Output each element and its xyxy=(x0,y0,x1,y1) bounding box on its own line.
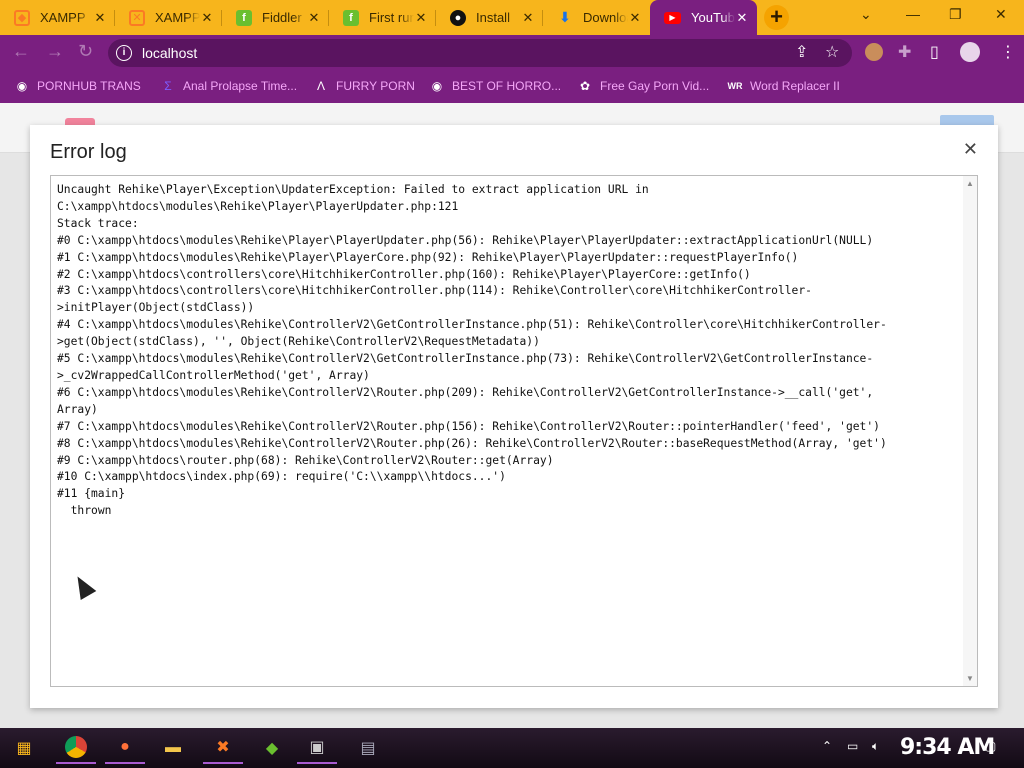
tab-label: First run xyxy=(369,10,414,25)
tab-xampp-1[interactable]: ◆ XAMPP ✕ xyxy=(0,2,115,33)
close-tab-icon[interactable]: ✕ xyxy=(307,10,321,26)
page-content: Error log ✕ Uncaught Rehike\Player\Excep… xyxy=(0,103,1024,728)
reload-icon[interactable]: ↻ xyxy=(78,41,93,62)
tray-chevron-icon[interactable]: ⌃ xyxy=(822,739,832,753)
close-tab-icon[interactable]: ✕ xyxy=(93,10,107,26)
bookmark-label: FURRY PORN xyxy=(336,79,415,93)
site-info-icon[interactable]: i xyxy=(116,45,132,61)
volume-icon[interactable]: 🔈︎ xyxy=(872,739,879,754)
tab-search-icon[interactable]: ⌄ xyxy=(860,6,872,23)
bookmark-item[interactable]: Λ FURRY PORN xyxy=(313,78,415,94)
firefox-taskbar-icon[interactable]: ● xyxy=(105,732,145,764)
bookmark-label: PORNHUB TRANS xyxy=(37,79,141,93)
download-icon: ⬇ xyxy=(559,9,571,25)
close-tab-icon[interactable]: ✕ xyxy=(200,10,214,26)
tab-label: Fiddler xyxy=(262,10,302,25)
close-tab-icon[interactable]: ✕ xyxy=(628,10,642,26)
error-log-dialog: Error log ✕ Uncaught Rehike\Player\Excep… xyxy=(30,125,998,708)
scrollbar[interactable]: ▲ ▼ xyxy=(963,176,977,686)
terminal-taskbar-icon[interactable]: ▣ xyxy=(297,732,337,764)
address-bar[interactable]: i localhost xyxy=(108,39,852,67)
file-explorer-icon[interactable]: ▬ xyxy=(153,732,193,764)
browser-toolbar: ← → ↻ i localhost ⇪ ☆ ✚ ▯ ⋮ xyxy=(0,35,1024,70)
arrow-logo-icon: Λ xyxy=(316,79,325,93)
forward-icon[interactable]: → xyxy=(46,41,64,62)
minimize-icon[interactable]: — xyxy=(906,6,920,22)
share-icon[interactable]: ⇪ xyxy=(795,42,808,62)
bookmark-item[interactable]: ✿ Free Gay Porn Vid... xyxy=(577,78,709,94)
scroll-up-icon[interactable]: ▲ xyxy=(966,179,974,188)
side-panel-icon[interactable]: ▯ xyxy=(930,42,939,62)
tab-install[interactable]: ● Install ✕ xyxy=(436,2,543,33)
bookmark-label: Free Gay Porn Vid... xyxy=(600,79,710,93)
bookmark-item[interactable]: ◉ BEST OF HORRO... xyxy=(429,78,561,94)
bookmark-item[interactable]: Σ Anal Prolapse Time... xyxy=(160,78,297,94)
bookmark-item[interactable]: ◉ PORNHUB TRANS xyxy=(14,78,141,94)
network-icon[interactable]: ▭ xyxy=(847,739,858,753)
fiddler-taskbar-icon[interactable]: ◆ xyxy=(252,732,292,764)
scroll-down-icon[interactable]: ▼ xyxy=(966,674,974,683)
tab-downloads[interactable]: ⬇ Downloads ✕ xyxy=(543,2,650,33)
start-button[interactable]: ▦ xyxy=(4,732,44,764)
fiddler-icon: f xyxy=(343,9,359,26)
tab-xampp-2[interactable]: ✕ XAMPP ✕ xyxy=(115,2,222,33)
dialog-title: Error log xyxy=(50,141,127,163)
bookmark-icon: Σ xyxy=(164,79,172,93)
window-close-icon[interactable]: ✕ xyxy=(995,6,1007,23)
error-log-textarea[interactable]: Uncaught Rehike\Player\Exception\Updater… xyxy=(50,175,978,687)
tab-first-run[interactable]: f First run ✕ xyxy=(329,2,436,33)
site-icon: ✿ xyxy=(579,79,591,93)
back-icon[interactable]: ← xyxy=(12,41,30,62)
youtube-icon: ▶ xyxy=(664,11,681,24)
globe-icon: ◉ xyxy=(431,79,443,93)
restore-icon[interactable]: ❐ xyxy=(949,6,962,23)
close-tab-icon[interactable]: ✕ xyxy=(521,10,535,26)
tab-label: YouTube xyxy=(691,10,735,25)
bookmark-label: BEST OF HORRO... xyxy=(452,79,562,93)
fiddler-icon: f xyxy=(236,9,252,26)
tab-label: Downloads xyxy=(583,10,628,25)
extension-icon: WR xyxy=(727,81,743,91)
tab-label: XAMPP xyxy=(155,10,200,25)
bookmark-label: Anal Prolapse Time... xyxy=(183,79,298,93)
clock[interactable]: 9:34 AM xyxy=(900,735,995,760)
globe-icon: ◉ xyxy=(16,79,28,93)
extensions-puzzle-icon[interactable]: ✚ xyxy=(898,42,911,62)
extension-avatar-icon[interactable] xyxy=(865,43,883,61)
menu-kebab-icon[interactable]: ⋮ xyxy=(1000,42,1016,62)
close-icon[interactable]: ✕ xyxy=(963,139,978,160)
github-icon: ● xyxy=(450,9,466,26)
chrome-taskbar-icon[interactable] xyxy=(56,732,96,764)
error-log-text: Uncaught Rehike\Player\Exception\Updater… xyxy=(57,183,887,518)
address-text[interactable]: localhost xyxy=(142,45,197,61)
notifications-icon[interactable]: ▢ xyxy=(985,739,996,753)
tab-label: Install xyxy=(476,10,510,25)
tab-youtube[interactable]: ▶ YouTube ✕ xyxy=(650,0,757,35)
tab-fiddler[interactable]: f Fiddler ✕ xyxy=(222,2,329,33)
bookmark-item[interactable]: WR Word Replacer II xyxy=(727,78,840,94)
bookmark-label: Word Replacer II xyxy=(750,79,840,93)
bookmark-star-icon[interactable]: ☆ xyxy=(825,42,839,62)
close-tab-icon[interactable]: ✕ xyxy=(414,10,428,26)
profile-avatar-icon[interactable] xyxy=(960,42,980,62)
new-tab-button[interactable]: + xyxy=(764,5,789,30)
close-tab-icon[interactable]: ✕ xyxy=(735,10,749,26)
bookmarks-bar: ◉ PORNHUB TRANS Σ Anal Prolapse Time... … xyxy=(0,70,1024,103)
app-taskbar-icon[interactable]: ▤ xyxy=(348,732,388,764)
xampp-taskbar-icon[interactable]: ✖ xyxy=(203,732,243,764)
xampp-icon: ◆ xyxy=(14,9,30,26)
taskbar: ▦ ● ▬ ✖ ◆ ▣ ▤ ⌃ ▭ 🔈︎ 9:34 AM ▢ xyxy=(0,728,1024,768)
tab-label: XAMPP xyxy=(40,10,86,25)
tab-strip: ◆ XAMPP ✕ ✕ XAMPP ✕ f Fiddler ✕ f First … xyxy=(0,0,1024,35)
xampp-icon: ✕ xyxy=(129,9,145,26)
